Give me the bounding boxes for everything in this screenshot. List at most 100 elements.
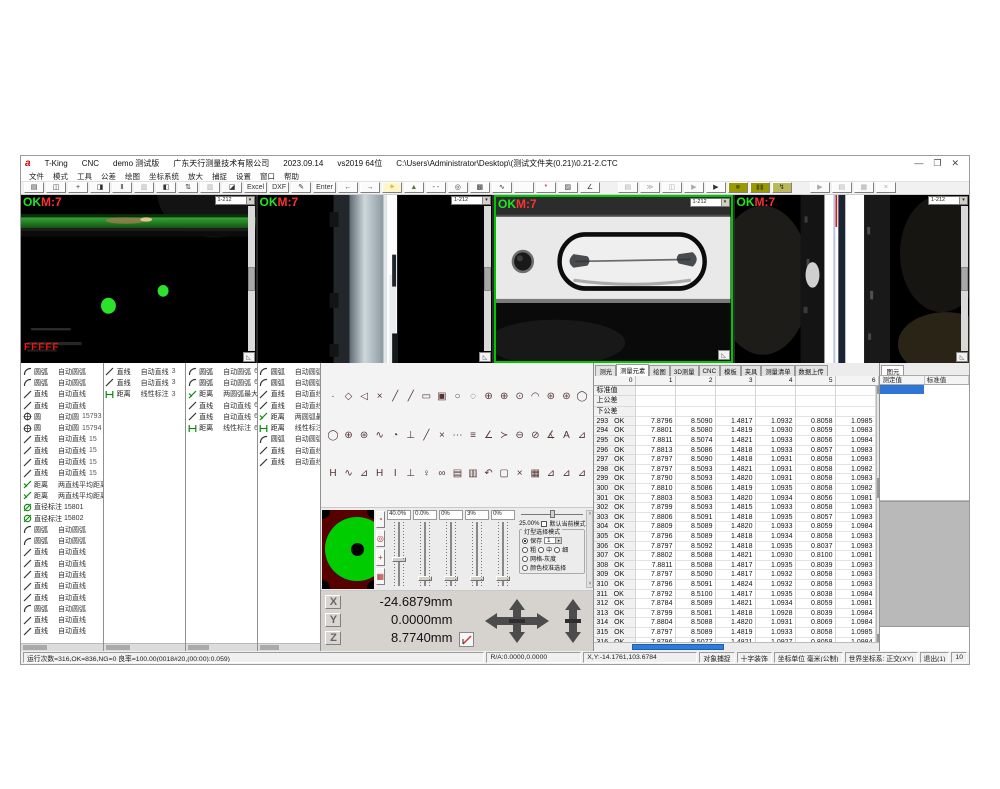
tool-icon[interactable]: ◔ xyxy=(389,428,402,442)
table-tab[interactable]: 测光 xyxy=(595,365,616,376)
column-header[interactable]: 4 xyxy=(756,376,796,385)
list-item[interactable]: 直线自动直线 xyxy=(21,581,103,592)
toolbar-button[interactable]: ← xyxy=(338,182,358,193)
list-item[interactable]: 圆弧自动圆弧55 xyxy=(258,366,321,377)
slider-thumb[interactable] xyxy=(444,576,458,581)
toolbar-button[interactable]: DXF xyxy=(269,182,289,193)
tool-icon[interactable]: ⊖ xyxy=(513,428,526,442)
column-header[interactable]: 0 xyxy=(594,376,636,385)
tool-icon[interactable]: ⊛ xyxy=(544,390,557,404)
camera-range-dropdown[interactable]: 1-212▾ xyxy=(215,196,255,205)
tool-icon[interactable]: ⊛ xyxy=(358,428,371,442)
tool-icon[interactable]: H xyxy=(373,467,386,481)
tool-icon[interactable]: ◠ xyxy=(529,390,542,404)
list-item[interactable]: 直线自动直线55 xyxy=(258,389,321,400)
tool-icon[interactable]: ○ xyxy=(451,390,464,404)
menu-item[interactable]: 帮助 xyxy=(284,171,299,182)
toolbar-button[interactable]: ◫ xyxy=(46,182,66,193)
toolbar-button[interactable]: Ⅱ xyxy=(112,182,132,193)
toolbar-button[interactable]: ◨ xyxy=(90,182,110,193)
list-item[interactable]: 圆弧自动圆弧 xyxy=(21,377,103,388)
list-item[interactable]: 距离线性标注66 xyxy=(186,422,257,433)
toolbar-button[interactable]: ∠ xyxy=(580,182,600,193)
toolbar-button[interactable]: ▦ xyxy=(854,182,874,193)
table-tab[interactable]: 绘图 xyxy=(649,365,670,376)
tool-icon[interactable]: ⊛ xyxy=(560,390,573,404)
tool-icon[interactable]: ∿ xyxy=(373,428,386,442)
tool-icon[interactable]: × xyxy=(373,390,386,404)
scrollbar-thumb[interactable] xyxy=(106,645,130,650)
slider-thumb[interactable] xyxy=(392,557,406,562)
tool-icon[interactable]: ≻ xyxy=(498,428,511,442)
table-row[interactable]: 314OK7.88048.50881.48201.09310.80691.098… xyxy=(594,618,876,628)
toolbar-button[interactable]: ▨ xyxy=(558,182,578,193)
tab-element[interactable]: 图元 xyxy=(881,365,904,375)
slider-thumb[interactable] xyxy=(496,576,510,581)
camera-scrollbar[interactable] xyxy=(961,206,968,351)
color-cal-radio[interactable] xyxy=(522,565,528,571)
list-item[interactable]: 直线自动直线15 xyxy=(21,456,103,467)
menu-item[interactable]: 公差 xyxy=(101,171,116,182)
tool-icon[interactable]: H xyxy=(326,467,339,481)
tool-icon[interactable]: ↶ xyxy=(482,467,495,481)
tool-icon[interactable]: ∞ xyxy=(435,467,448,481)
menu-item[interactable]: 绘图 xyxy=(125,171,140,182)
tool-icon[interactable]: ⊕ xyxy=(498,390,511,404)
list-horizontal-scrollbar[interactable] xyxy=(258,643,321,651)
slider-thumb[interactable] xyxy=(470,576,484,581)
tool-icon[interactable]: ◌ xyxy=(467,390,480,404)
table-row[interactable]: 297OK7.87978.50901.48181.09310.80581.098… xyxy=(594,455,876,465)
light-mode-button[interactable]: + xyxy=(376,549,386,566)
list-item[interactable]: 圆弧自动圆弧 xyxy=(21,603,103,614)
list-item[interactable]: 圆自动圆15793 xyxy=(21,411,103,422)
medium-radio[interactable] xyxy=(538,547,544,553)
toolbar-button[interactable]: ▮▮ xyxy=(750,182,770,193)
camera-view-1[interactable]: OKM:7 1-212▾ ◺ FFFFF xyxy=(21,195,256,363)
table-row[interactable]: 304OK7.88098.50891.48201.09330.80591.098… xyxy=(594,522,876,532)
menu-item[interactable]: 坐标系统 xyxy=(149,171,179,182)
toolbar-button[interactable]: ◪ xyxy=(222,182,242,193)
tool-icon[interactable]: ⊥ xyxy=(404,428,417,442)
light-index-dropdown[interactable]: 1▾ xyxy=(544,537,562,544)
list-item[interactable]: 直线自动直线55 xyxy=(258,400,321,411)
tool-icon[interactable]: ╱ xyxy=(389,390,402,404)
list-item[interactable]: 直线自动直线 xyxy=(21,547,103,558)
scrollbar-thumb[interactable] xyxy=(632,644,724,650)
scrollbar-thumb[interactable] xyxy=(188,645,209,650)
light-mode-button[interactable]: ◎ xyxy=(376,530,386,547)
list-item[interactable]: 直线自动直线 xyxy=(21,400,103,411)
toolbar-button[interactable]: ▤ xyxy=(618,182,638,193)
light-ring-control[interactable] xyxy=(322,510,373,589)
save-radio[interactable] xyxy=(522,538,528,544)
scrollbar-thumb[interactable] xyxy=(260,645,279,650)
tolerance-row[interactable]: 上公差 xyxy=(594,396,876,406)
camera-range-dropdown[interactable]: 1-212▾ xyxy=(451,196,491,205)
column-header[interactable]: 6 xyxy=(836,376,879,385)
tool-icon[interactable]: · xyxy=(326,390,339,404)
table-row[interactable]: 310OK7.87968.50911.48241.09320.80581.098… xyxy=(594,580,876,590)
list-item[interactable]: 圆自动圆15794 xyxy=(21,422,103,433)
menu-item[interactable]: 窗口 xyxy=(260,171,275,182)
list-item[interactable]: 直线自动直线 xyxy=(21,615,103,626)
camera-view-3-selected[interactable]: OKM:7 1-212▾ ◺ xyxy=(494,195,733,363)
menu-item[interactable]: 模式 xyxy=(53,171,68,182)
tool-icon[interactable]: ╱ xyxy=(420,428,433,442)
toolbar-button[interactable]: ▤ xyxy=(832,182,852,193)
tool-icon[interactable]: ∠ xyxy=(482,428,495,442)
toolbar-button[interactable]: ↯ xyxy=(772,182,792,193)
list-item[interactable]: 直线自动直线55 xyxy=(258,445,321,456)
menu-item[interactable]: 放大 xyxy=(188,171,203,182)
tool-icon[interactable]: ▢ xyxy=(498,467,511,481)
tool-icon[interactable]: ∡ xyxy=(544,428,557,442)
tool-icon[interactable]: ⊕ xyxy=(482,390,495,404)
list-item[interactable]: 圆弧自动圆弧66 xyxy=(186,366,257,377)
list-item[interactable]: 距离两圆弧最大距 xyxy=(258,411,321,422)
slider-track[interactable] xyxy=(495,522,511,586)
table-tab[interactable]: 模板 xyxy=(720,365,741,376)
table-horizontal-scrollbar[interactable] xyxy=(594,642,879,651)
list-item[interactable]: 距离两直线平均距离 xyxy=(21,479,103,490)
table-row[interactable]: 312OK7.87848.50891.48211.09340.80591.098… xyxy=(594,599,876,609)
table-row[interactable]: 306OK7.87978.50921.48181.09350.80371.098… xyxy=(594,542,876,552)
scroll-down-arrow[interactable]: ˅ xyxy=(877,634,879,642)
toolbar-button[interactable]: ■ xyxy=(728,182,748,193)
